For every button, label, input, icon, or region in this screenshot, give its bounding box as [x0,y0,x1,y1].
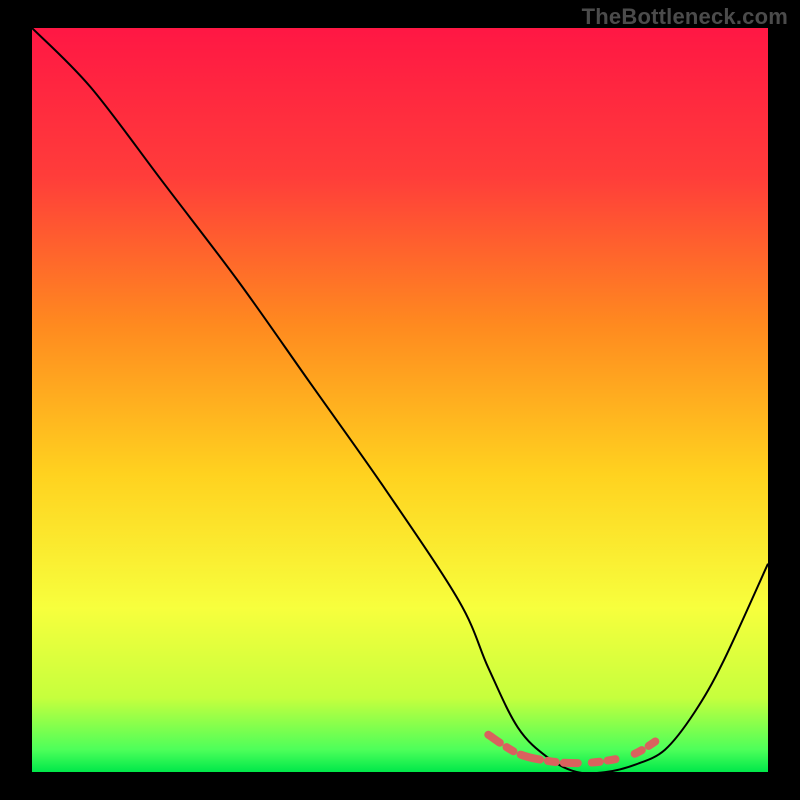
bottleneck-plot [32,28,768,772]
chart-frame: TheBottleneck.com [0,0,800,800]
plot-svg [32,28,768,772]
watermark-label: TheBottleneck.com [582,4,788,30]
gradient-background [32,28,768,772]
